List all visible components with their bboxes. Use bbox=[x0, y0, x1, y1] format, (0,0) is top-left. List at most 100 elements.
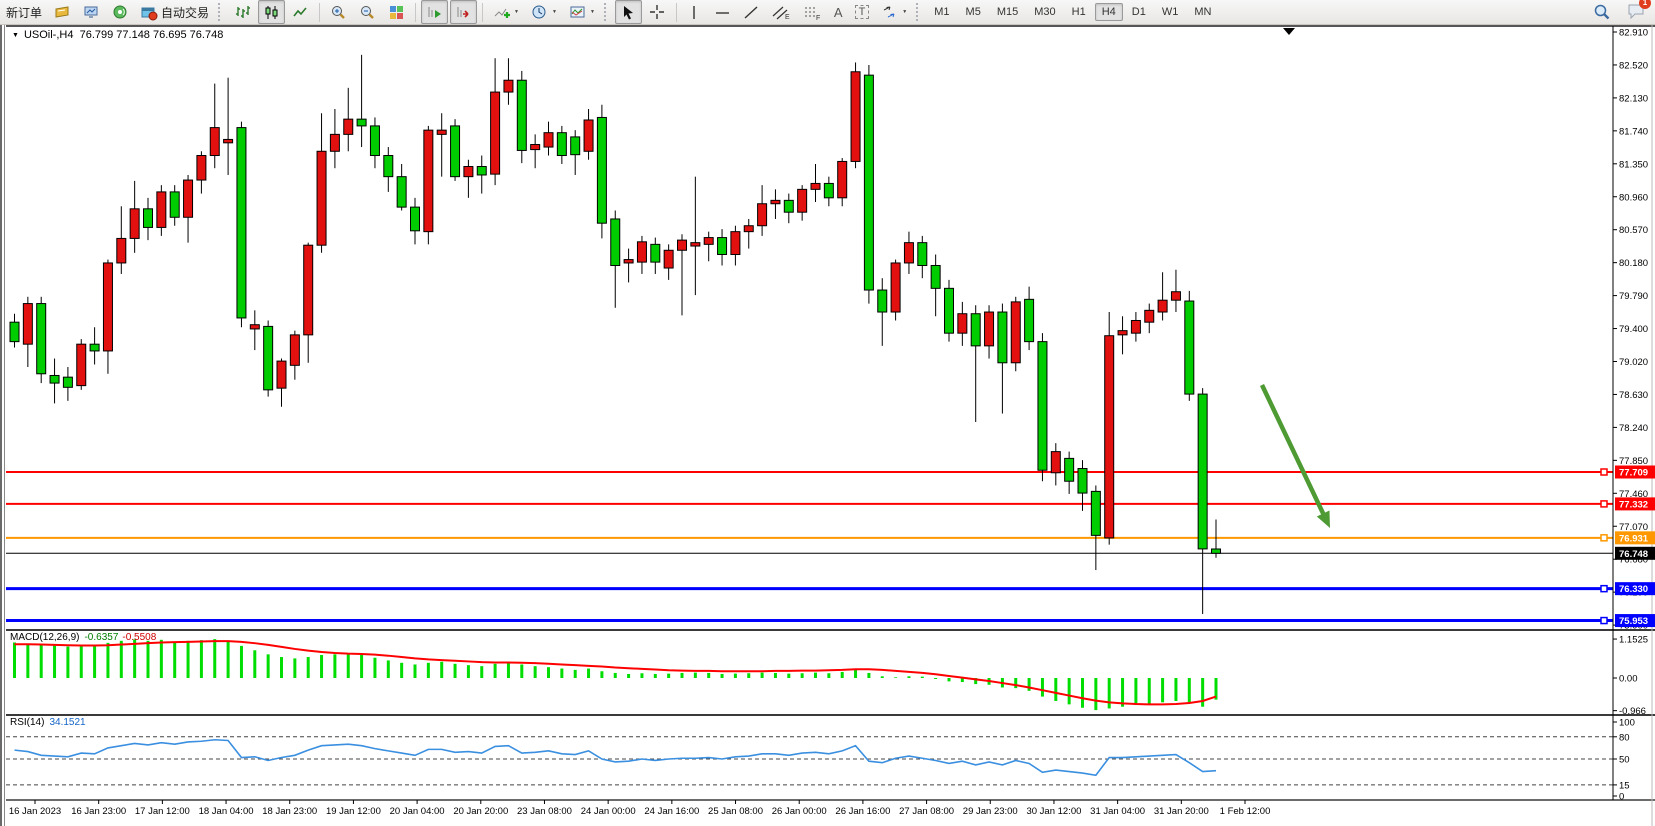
timeframe-M5[interactable]: M5 bbox=[959, 3, 988, 21]
svg-text:1.1525: 1.1525 bbox=[1619, 635, 1648, 646]
candle-body bbox=[945, 288, 954, 333]
templates-button[interactable]: ▼ bbox=[564, 0, 600, 24]
chart-canvas[interactable]: 82.91082.52082.13081.74081.35080.96080.5… bbox=[0, 24, 1655, 826]
auto-trading-button[interactable]: 自动交易 bbox=[136, 0, 214, 24]
bar-chart-button[interactable] bbox=[229, 0, 256, 24]
tile-windows-button[interactable] bbox=[383, 0, 410, 24]
candlestick-chart-button[interactable] bbox=[258, 0, 285, 24]
equidistant-channel-button[interactable]: E bbox=[767, 0, 796, 24]
tile-windows-icon bbox=[388, 4, 405, 21]
crosshair-icon bbox=[649, 4, 666, 21]
candle-body bbox=[624, 260, 633, 263]
candle-body bbox=[344, 119, 353, 134]
chevron-down-icon[interactable]: ▼ bbox=[552, 9, 557, 15]
candle-body bbox=[544, 133, 553, 147]
candle-body bbox=[277, 361, 286, 388]
channel-icon: E bbox=[772, 4, 791, 21]
chevron-down-icon[interactable]: ▼ bbox=[590, 9, 595, 15]
candle-body bbox=[491, 92, 500, 174]
timeframe-H1[interactable]: H1 bbox=[1065, 3, 1093, 21]
svg-text:20 Jan 04:00: 20 Jan 04:00 bbox=[390, 806, 445, 817]
candle-body bbox=[1198, 394, 1207, 549]
svg-text:E: E bbox=[785, 14, 790, 21]
hline-handle[interactable] bbox=[1601, 469, 1607, 475]
toolbar-grip bbox=[218, 3, 223, 21]
candle-body bbox=[864, 75, 873, 290]
zoom-out-button[interactable] bbox=[354, 0, 381, 24]
rsi-indicator-label: RSI(14)34.1521 bbox=[10, 717, 86, 728]
svg-text:26 Jan 00:00: 26 Jan 00:00 bbox=[772, 806, 827, 817]
svg-text:19 Jan 12:00: 19 Jan 12:00 bbox=[326, 806, 381, 817]
svg-text:76.748: 76.748 bbox=[1619, 549, 1648, 560]
svg-text:20 Jan 20:00: 20 Jan 20:00 bbox=[453, 806, 508, 817]
notifications-button[interactable]: 1 bbox=[1627, 2, 1647, 23]
candle-body bbox=[50, 375, 59, 383]
candle-body bbox=[384, 156, 393, 177]
auto-scroll-button[interactable] bbox=[421, 0, 448, 24]
horizontal-line-button[interactable] bbox=[709, 0, 736, 24]
candle-body bbox=[531, 145, 540, 150]
svg-text:79.400: 79.400 bbox=[1619, 324, 1648, 335]
hline-handle[interactable] bbox=[1601, 501, 1607, 507]
candle-body bbox=[210, 128, 219, 156]
candle-body bbox=[651, 244, 660, 262]
candle-body bbox=[250, 325, 259, 329]
candle-body bbox=[771, 200, 780, 203]
market-watch-icon bbox=[83, 4, 100, 21]
chevron-down-icon[interactable]: ▼ bbox=[514, 9, 519, 15]
svg-text:30 Jan 12:00: 30 Jan 12:00 bbox=[1026, 806, 1081, 817]
hline-handle[interactable] bbox=[1601, 535, 1607, 541]
vertical-line-button[interactable] bbox=[682, 0, 707, 24]
candle-body bbox=[931, 265, 940, 288]
candle-body bbox=[557, 133, 566, 156]
macd-indicator-label: MACD(12,26,9)-0.6357-0.5508 bbox=[10, 632, 156, 643]
svg-text:77.709: 77.709 bbox=[1619, 468, 1648, 479]
svg-text:100: 100 bbox=[1619, 718, 1635, 729]
signals-button[interactable] bbox=[107, 0, 134, 24]
chevron-down-icon[interactable]: ▼ bbox=[902, 9, 907, 15]
text-tool-button[interactable]: A bbox=[829, 0, 848, 24]
svg-text:77.332: 77.332 bbox=[1619, 499, 1648, 510]
timeframe-W1[interactable]: W1 bbox=[1155, 3, 1186, 21]
market-watch-button[interactable] bbox=[78, 0, 105, 24]
timeframe-D1[interactable]: D1 bbox=[1125, 3, 1153, 21]
svg-text:78.630: 78.630 bbox=[1619, 390, 1648, 401]
chart-shift-button[interactable] bbox=[450, 0, 477, 24]
svg-text:82.520: 82.520 bbox=[1619, 60, 1648, 71]
hline-handle[interactable] bbox=[1601, 618, 1607, 624]
svg-text:77.070: 77.070 bbox=[1619, 522, 1648, 533]
trendline-button[interactable] bbox=[738, 0, 765, 24]
chart-symbol-line[interactable]: ▼USOil-,H4 76.799 77.148 76.695 76.748 bbox=[12, 29, 223, 41]
candle-body bbox=[998, 312, 1007, 363]
svg-text:82.910: 82.910 bbox=[1619, 28, 1648, 39]
zoom-in-button[interactable] bbox=[325, 0, 352, 24]
candle-body bbox=[451, 126, 460, 177]
timeframe-MN[interactable]: MN bbox=[1187, 3, 1218, 21]
svg-text:80: 80 bbox=[1619, 732, 1630, 743]
crosshair-button[interactable] bbox=[644, 0, 671, 24]
timeframe-M30[interactable]: M30 bbox=[1027, 3, 1062, 21]
new-order-ticket-icon-button[interactable] bbox=[49, 0, 76, 24]
svg-text:27 Jan 08:00: 27 Jan 08:00 bbox=[899, 806, 954, 817]
svg-text:24 Jan 16:00: 24 Jan 16:00 bbox=[644, 806, 699, 817]
indicators-button[interactable]: ▼ bbox=[488, 0, 524, 24]
cursor-icon bbox=[620, 4, 637, 21]
cursor-button[interactable] bbox=[615, 0, 642, 24]
candle-body bbox=[170, 192, 179, 217]
hline-handle[interactable] bbox=[1601, 586, 1607, 592]
candle-body bbox=[637, 242, 646, 262]
fibonacci-button[interactable]: F bbox=[798, 0, 827, 24]
timeframe-M15[interactable]: M15 bbox=[990, 3, 1025, 21]
periods-button[interactable]: ▼ bbox=[526, 0, 562, 24]
label-tool-button[interactable]: T bbox=[850, 0, 875, 24]
svg-text:25 Jan 08:00: 25 Jan 08:00 bbox=[708, 806, 763, 817]
indicators-icon bbox=[493, 4, 510, 21]
timeframe-H4[interactable]: H4 bbox=[1095, 3, 1123, 21]
arrows-tool-button[interactable]: ▼ bbox=[876, 0, 912, 24]
candle-body bbox=[37, 304, 46, 374]
line-chart-button[interactable] bbox=[287, 0, 314, 24]
collapse-icon[interactable]: ▼ bbox=[12, 32, 19, 39]
search-button[interactable] bbox=[1588, 0, 1616, 24]
timeframe-M1[interactable]: M1 bbox=[927, 3, 956, 21]
new-order-button[interactable]: 新订单 bbox=[1, 0, 47, 24]
